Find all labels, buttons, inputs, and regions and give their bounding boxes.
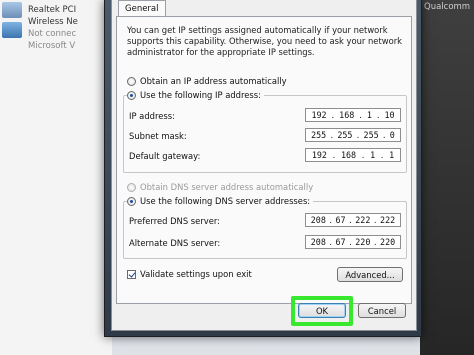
connection-device: Microsoft V xyxy=(28,41,76,51)
radio-selected-icon[interactable] xyxy=(127,196,136,206)
ok-button-highlight xyxy=(291,296,353,326)
ipv4-properties-dialog: General You can get IP settings assigned… xyxy=(104,0,422,337)
radio-icon[interactable] xyxy=(127,76,136,86)
field-label: Preferred DNS server: xyxy=(129,216,220,226)
radio-icon[interactable] xyxy=(127,182,136,192)
field-label: Subnet mask: xyxy=(129,131,187,141)
radio-selected-icon[interactable] xyxy=(127,90,136,100)
connection-name: Wireless Ne xyxy=(28,17,78,27)
cancel-button[interactable]: Cancel xyxy=(358,303,406,318)
advanced-button[interactable]: Advanced... xyxy=(337,267,403,282)
use-following-dns-option[interactable]: Use the following DNS server addresses: xyxy=(127,195,314,207)
connection-name: Realtek PCI xyxy=(28,5,77,15)
description-text: You can get IP settings assigned automat… xyxy=(127,25,402,57)
dialog-body: General You can get IP settings assigned… xyxy=(111,0,417,331)
connection-status: Not connec xyxy=(28,29,77,39)
alternate-dns-row: Alternate DNS server: 208. 67. 220. 220 xyxy=(129,235,401,251)
checkbox-checked-icon[interactable] xyxy=(127,269,136,279)
tab-general[interactable]: General xyxy=(118,0,166,17)
option-label: Use the following DNS server addresses: xyxy=(140,196,311,206)
background-strip xyxy=(420,0,474,355)
option-label: Use the following IP address: xyxy=(140,90,261,100)
field-label: IP address: xyxy=(129,111,175,121)
connection-name-qualcomm: Qualcomm xyxy=(424,2,471,12)
connections-list: Realtek PCI Wireless Ne Not connec Micro… xyxy=(0,0,112,355)
ip-address-input[interactable]: 192. 168. 1. 10 xyxy=(305,108,401,122)
field-label: Default gateway: xyxy=(129,151,201,161)
subnet-mask-row: Subnet mask: 255. 255. 255. 0 xyxy=(129,128,401,144)
default-gateway-row: Default gateway: 192. 168. 1. 1 xyxy=(129,148,401,164)
option-label: Obtain DNS server address automatically xyxy=(140,182,314,192)
validate-settings-option[interactable]: Validate settings upon exit xyxy=(127,269,252,279)
alternate-dns-input[interactable]: 208. 67. 220. 220 xyxy=(305,235,401,249)
use-following-ip-option[interactable]: Use the following IP address: xyxy=(127,89,264,101)
preferred-dns-input[interactable]: 208. 67. 222. 222 xyxy=(305,213,401,227)
general-tab-panel: You can get IP settings assigned automat… xyxy=(116,16,412,304)
option-label: Validate settings upon exit xyxy=(140,269,252,279)
network-adapter-icon xyxy=(2,2,22,18)
field-label: Alternate DNS server: xyxy=(129,238,221,248)
subnet-mask-input[interactable]: 255. 255. 255. 0 xyxy=(305,128,401,142)
option-label: Obtain an IP address automatically xyxy=(140,76,287,86)
ip-address-row: IP address: 192. 168. 1. 10 xyxy=(129,108,401,124)
default-gateway-input[interactable]: 192. 168. 1. 1 xyxy=(305,148,401,162)
obtain-ip-auto-option[interactable]: Obtain an IP address automatically xyxy=(127,75,287,87)
obtain-dns-auto-option[interactable]: Obtain DNS server address automatically xyxy=(127,181,313,193)
wireless-adapter-icon xyxy=(2,22,22,38)
preferred-dns-row: Preferred DNS server: 208. 67. 222. 222 xyxy=(129,213,401,229)
